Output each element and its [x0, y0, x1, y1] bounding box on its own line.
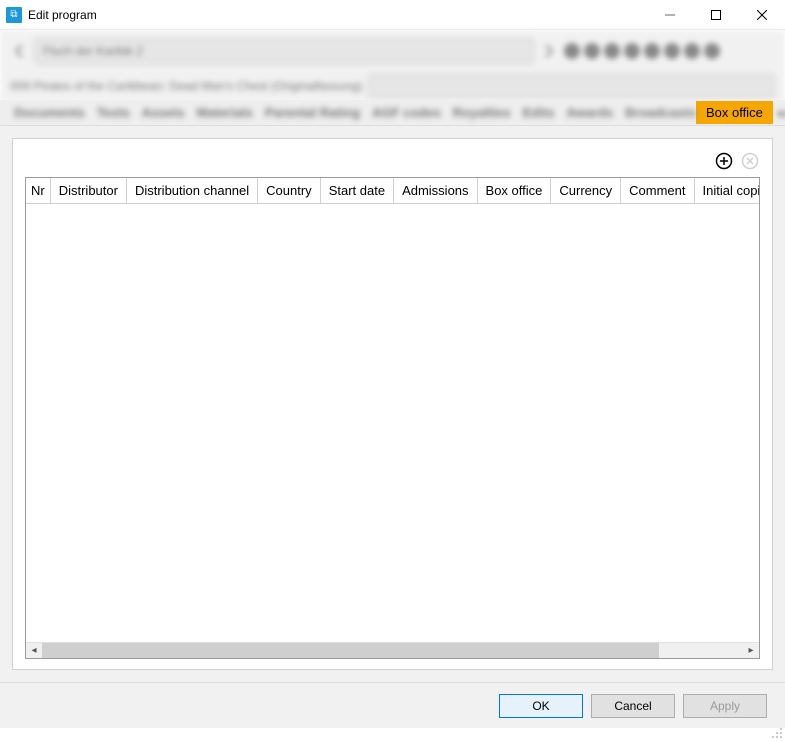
content-area: NrDistributorDistribution channelCountry…: [0, 126, 785, 682]
maximize-button[interactable]: [693, 0, 739, 30]
column-header[interactable]: Box office: [477, 178, 551, 204]
tab-blurred[interactable]: Edits: [523, 105, 555, 120]
toolbar-icon[interactable]: [684, 43, 700, 59]
window-title: Edit program: [28, 8, 97, 22]
tab-scroll-left-icon[interactable]: ◂: [777, 106, 783, 120]
apply-button[interactable]: Apply: [683, 694, 767, 718]
tab-blurred[interactable]: Parental Rating: [265, 105, 360, 120]
breadcrumb-value: Fluch der Karibik 2: [43, 44, 143, 58]
tab-blurred[interactable]: Awards: [566, 105, 613, 120]
nav-forward-button[interactable]: [540, 38, 558, 64]
footer-buttons: OK Cancel Apply: [0, 682, 785, 728]
tabs-row: Documents Texts Assets Materials Parental Ra…: [0, 100, 785, 126]
tab-blurred[interactable]: Assets: [142, 105, 185, 120]
breadcrumb-dropdown[interactable]: Fluch der Karibik 2: [34, 38, 534, 64]
minimize-button[interactable]: [647, 0, 693, 30]
toolbar-icon[interactable]: [584, 43, 600, 59]
tab-box-office[interactable]: Box office: [696, 101, 773, 124]
toolbar-icon[interactable]: [664, 43, 680, 59]
column-header[interactable]: Admissions: [394, 178, 477, 204]
tab-blurred[interactable]: Documents: [14, 105, 85, 120]
column-header[interactable]: Country: [258, 178, 321, 204]
subtitle-label: 009 Pirates of the Caribbean: Dead Man's…: [10, 79, 362, 93]
horizontal-scrollbar[interactable]: ◂ ▸: [26, 642, 759, 658]
scroll-left-icon[interactable]: ◂: [26, 643, 42, 659]
nav-back-button[interactable]: [10, 38, 28, 64]
toolbar-icon[interactable]: [564, 43, 580, 59]
delete-row-button[interactable]: [740, 151, 760, 171]
column-header[interactable]: Distribution channel: [126, 178, 257, 204]
toolbar-icon[interactable]: [604, 43, 620, 59]
scroll-right-icon[interactable]: ▸: [743, 643, 759, 659]
column-header[interactable]: Start date: [320, 178, 393, 204]
cancel-button[interactable]: Cancel: [591, 694, 675, 718]
column-header[interactable]: Comment: [621, 178, 694, 204]
close-button[interactable]: [739, 0, 785, 30]
toolbar-icon[interactable]: [644, 43, 660, 59]
column-header[interactable]: Currency: [551, 178, 621, 204]
tab-blurred[interactable]: Materials: [196, 105, 252, 120]
subtitle-dropdown[interactable]: [368, 74, 775, 98]
column-header[interactable]: Distributor: [50, 178, 126, 204]
title-bar: ⧉ Edit program: [0, 0, 785, 30]
box-office-panel: NrDistributorDistribution channelCountry…: [12, 138, 773, 670]
toolbar-icon[interactable]: [624, 43, 640, 59]
table-container: NrDistributorDistribution channelCountry…: [25, 177, 760, 659]
app-icon: ⧉: [6, 7, 22, 23]
tab-blurred[interactable]: AGF codes: [372, 105, 441, 120]
resize-grip-icon[interactable]: [771, 727, 783, 739]
toolbar-icon[interactable]: [704, 43, 720, 59]
scrollbar-thumb[interactable]: [42, 643, 659, 659]
column-header[interactable]: Initial copies: [694, 178, 759, 204]
navigation-area: Fluch der Karibik 2 009 Pirates of the C…: [0, 30, 785, 100]
add-row-button[interactable]: [714, 151, 734, 171]
ok-button[interactable]: OK: [499, 694, 583, 718]
box-office-table[interactable]: NrDistributorDistribution channelCountry…: [26, 178, 759, 204]
tab-blurred[interactable]: Texts: [97, 105, 130, 120]
scrollbar-track[interactable]: [42, 643, 743, 659]
tab-blurred[interactable]: Broadcasts: [625, 105, 696, 120]
column-header[interactable]: Nr: [26, 178, 50, 204]
tab-blurred[interactable]: Royalties: [453, 105, 511, 120]
